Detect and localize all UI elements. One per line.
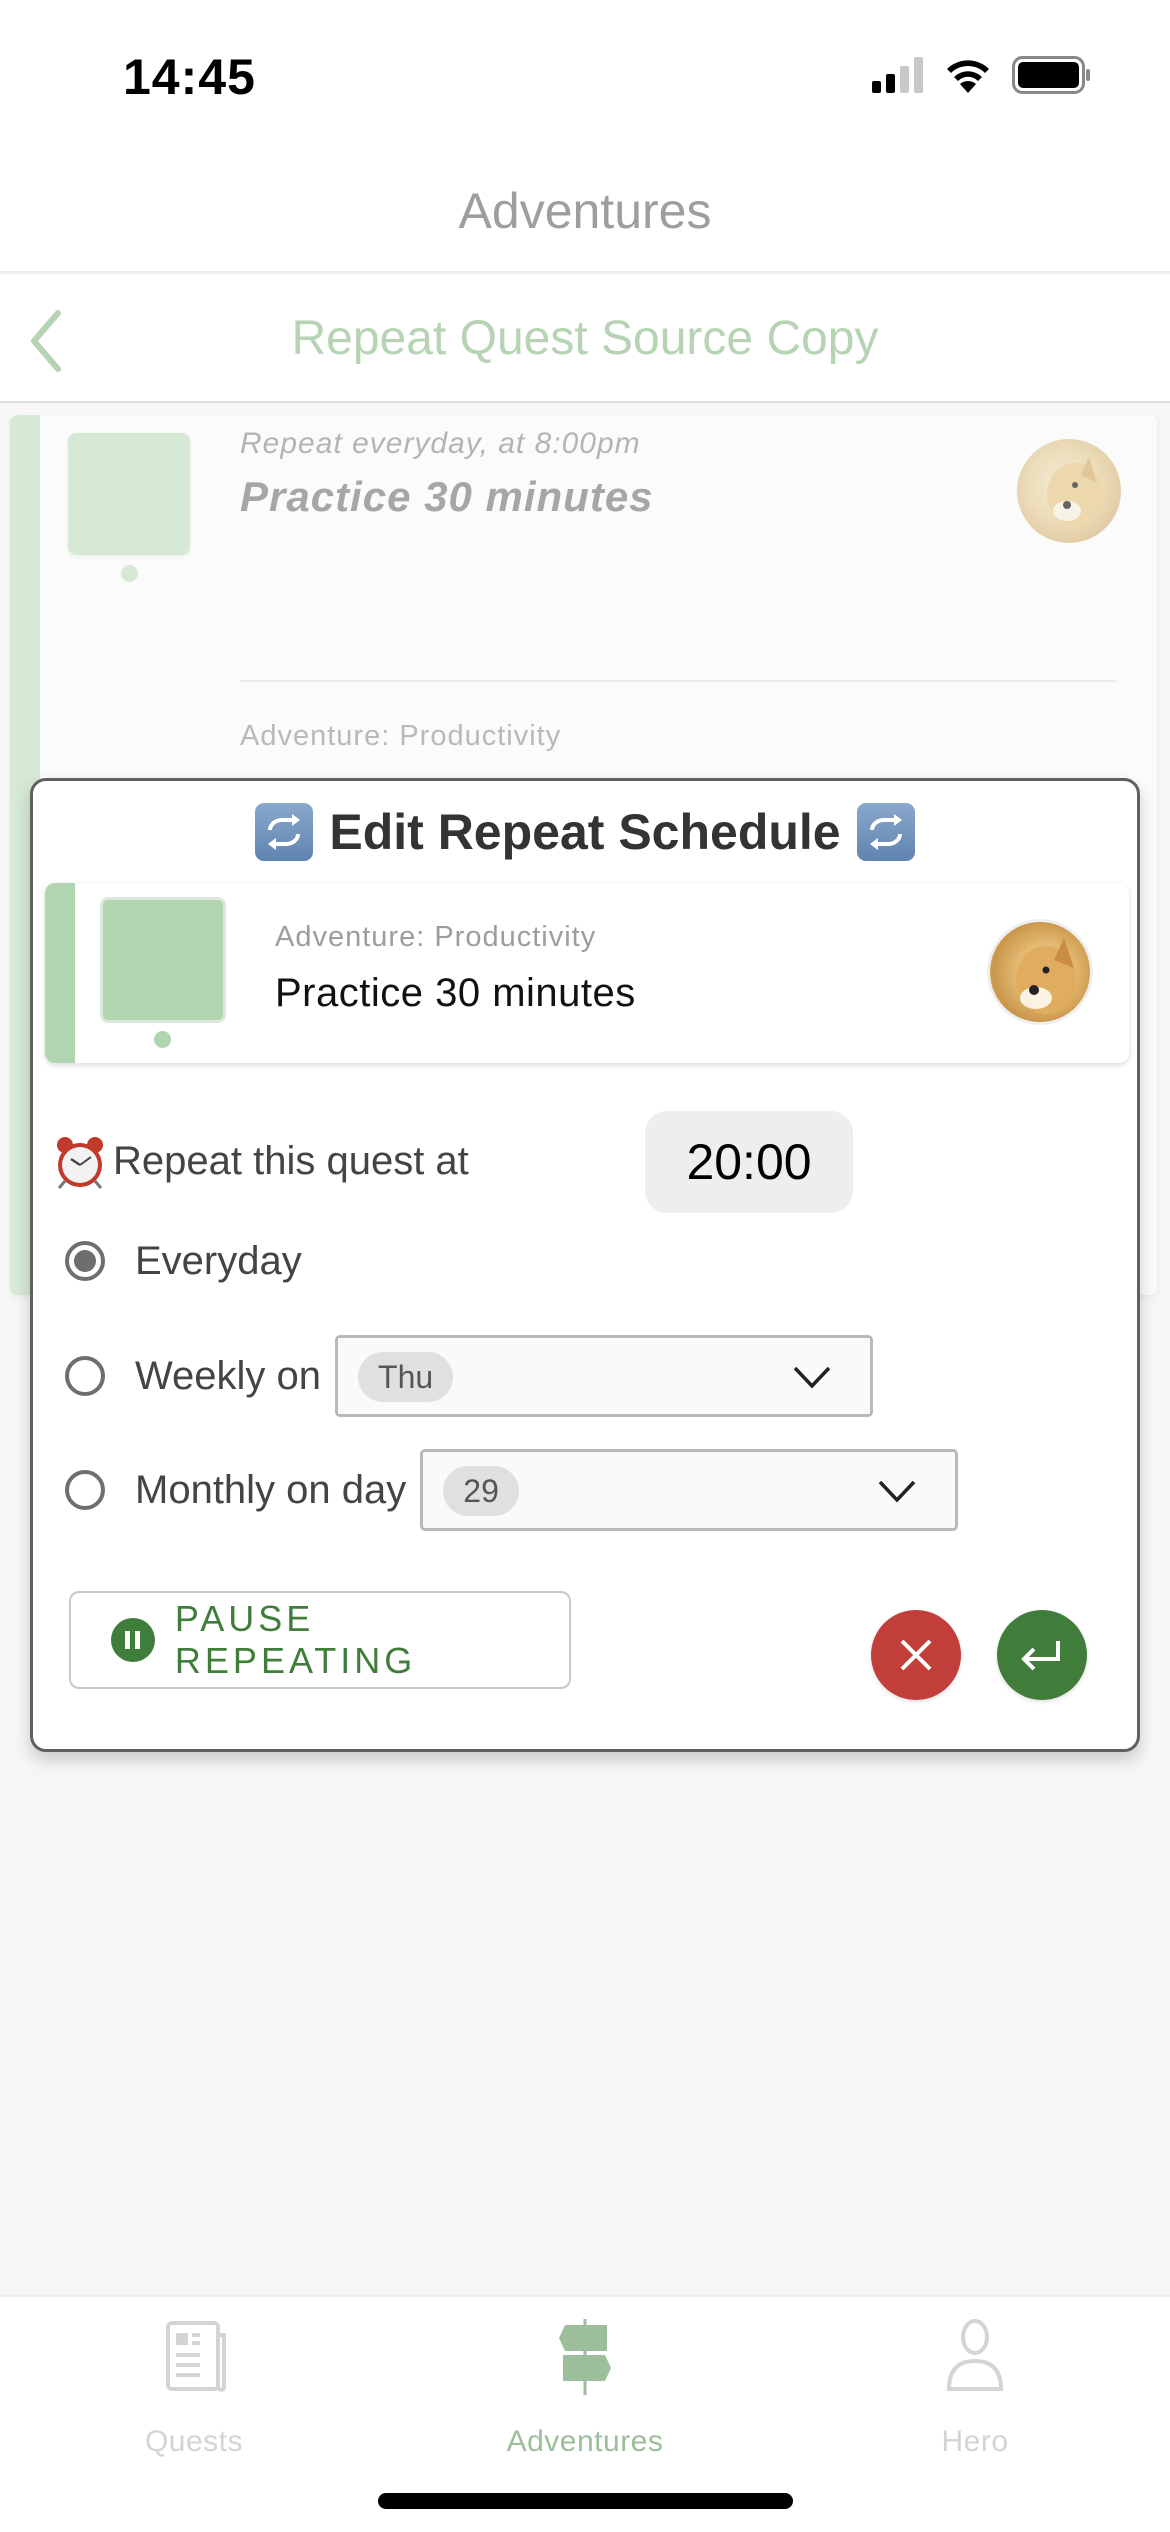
- option-label: Monthly on day: [135, 1467, 407, 1512]
- time-picker[interactable]: 20:00: [645, 1111, 853, 1213]
- repeat-time-label: Repeat this quest at: [113, 1139, 469, 1183]
- quest-card: Adventure: Productivity Practice 30 minu…: [45, 883, 1129, 1063]
- radio-everyday[interactable]: [65, 1241, 105, 1281]
- selected-day-chip: 29: [443, 1466, 519, 1516]
- quest-color-strip: [45, 883, 75, 1063]
- modal-title: Edit Repeat Schedule: [33, 803, 1137, 861]
- quest-title: Practice 30 minutes: [240, 473, 654, 520]
- repeat-time-row: Repeat this quest at 20:00: [53, 1111, 1113, 1213]
- cellular-signal-icon: [872, 57, 923, 93]
- option-monthly[interactable]: Monthly on day 29: [65, 1449, 959, 1531]
- quest-thumbnail: [100, 897, 226, 1023]
- nav-bar: Repeat Quest Source Copy: [0, 275, 1170, 403]
- tab-adventures[interactable]: Adventures: [435, 2317, 735, 2467]
- newspaper-icon: [166, 2321, 226, 2392]
- quest-adventure: Adventure: Productivity: [240, 720, 562, 752]
- option-label: Everyday: [135, 1238, 302, 1283]
- quest-adventure: Adventure: Productivity: [275, 921, 597, 953]
- enter-return-icon: [1021, 1641, 1060, 1671]
- pause-repeating-button[interactable]: PAUSE REPEATING: [69, 1591, 571, 1689]
- repeat-icon: [255, 803, 314, 861]
- close-icon: [900, 1639, 932, 1671]
- radio-monthly[interactable]: [65, 1470, 105, 1510]
- modal-title-text: Edit Repeat Schedule: [329, 804, 841, 860]
- tab-label: Adventures: [506, 2425, 664, 2458]
- pause-icon: [111, 1618, 155, 1662]
- quest-status-dot: [121, 565, 138, 582]
- option-label: Weekly on: [135, 1353, 322, 1398]
- chevron-left-icon: [31, 310, 61, 372]
- repeat-icon: [856, 803, 915, 861]
- confirm-button[interactable]: [997, 1610, 1087, 1700]
- alarm-clock-icon: [57, 1137, 103, 1189]
- battery-icon: [1012, 56, 1090, 94]
- chevron-down-icon: [879, 1480, 916, 1503]
- home-indicator[interactable]: [378, 2493, 793, 2509]
- wifi-icon: [947, 60, 989, 93]
- person-icon: [946, 2319, 1004, 2391]
- doge-avatar: [987, 919, 1093, 1025]
- radio-weekly[interactable]: [65, 1356, 105, 1396]
- app-title: Adventures: [458, 182, 712, 239]
- quest-title: Practice 30 minutes: [275, 971, 636, 1015]
- tab-hero[interactable]: Hero: [825, 2317, 1125, 2467]
- chevron-down-icon: [793, 1366, 831, 1389]
- radio-selected-dot: [74, 1250, 96, 1272]
- month-day-select[interactable]: 29: [420, 1449, 959, 1531]
- option-everyday[interactable]: Everyday: [65, 1220, 316, 1302]
- back-button[interactable]: [20, 305, 80, 375]
- status-time: 14:45: [123, 49, 256, 105]
- tab-quests[interactable]: Quests: [44, 2317, 344, 2467]
- signpost-icon: [559, 2319, 611, 2395]
- selected-weekday-chip: Thu: [358, 1352, 454, 1402]
- tab-label: Hero: [941, 2425, 1009, 2458]
- edit-repeat-schedule-modal: Edit Repeat Schedule Adventure: Producti…: [30, 778, 1140, 1752]
- quest-status-dot: [154, 1031, 171, 1048]
- pause-repeating-label: PAUSE REPEATING: [174, 1598, 417, 1681]
- app-header: Adventures: [0, 150, 1170, 273]
- quest-repeat-text: Repeat everyday, at 8:00pm: [240, 427, 641, 460]
- tab-label: Quests: [144, 2425, 244, 2458]
- page-title: Repeat Quest Source Copy: [291, 311, 879, 365]
- cancel-button[interactable]: [871, 1610, 961, 1700]
- option-weekly[interactable]: Weekly on Thu: [65, 1335, 874, 1417]
- doge-face-icon: [1016, 938, 1076, 1014]
- status-icons: [872, 56, 1092, 94]
- weekday-select[interactable]: Thu: [335, 1335, 874, 1417]
- quest-thumbnail: [68, 433, 190, 555]
- divider: [240, 680, 1117, 682]
- doge-face-icon: [1047, 457, 1103, 527]
- doge-avatar: [1017, 439, 1121, 543]
- status-bar: 14:45: [0, 0, 1170, 150]
